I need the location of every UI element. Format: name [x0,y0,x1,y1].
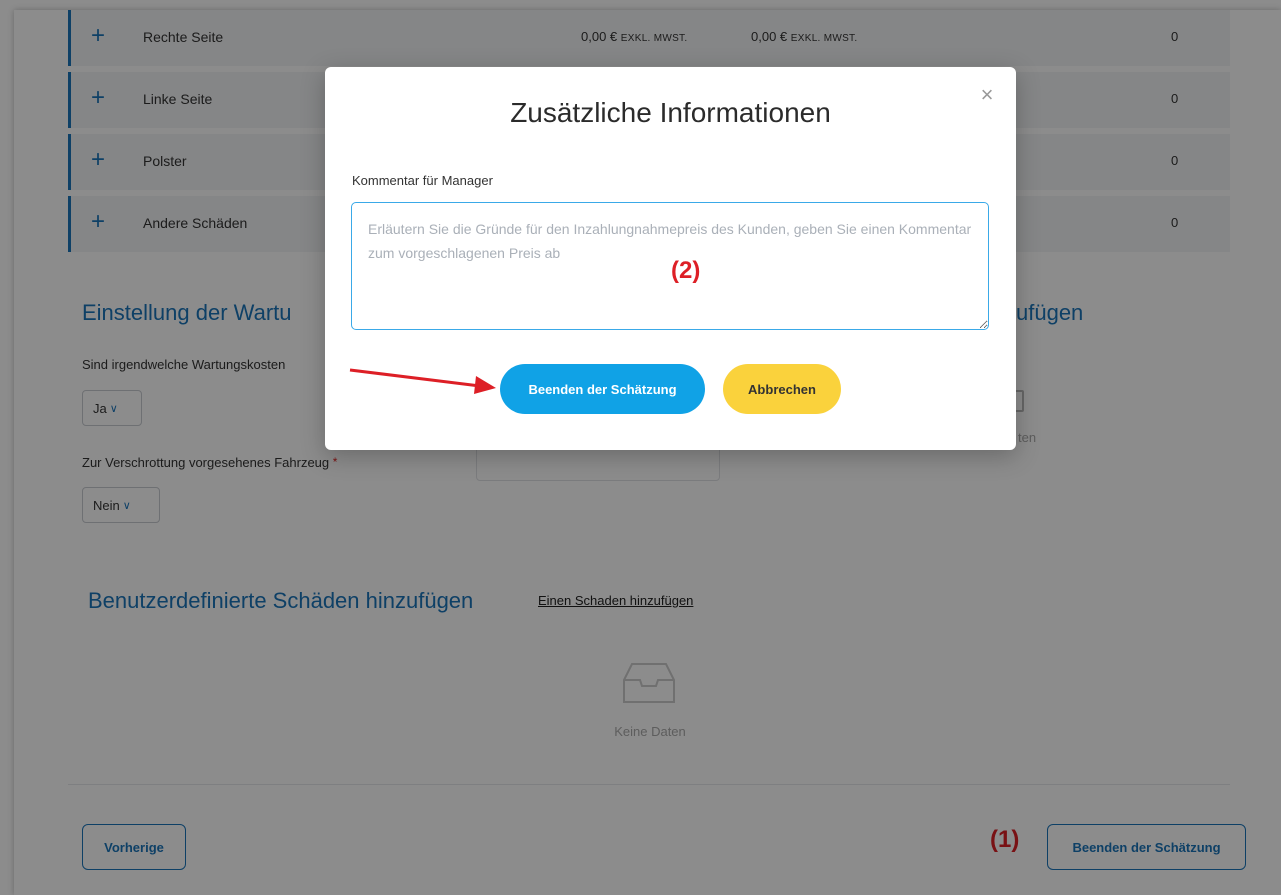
modal-title: Zusätzliche Informationen [510,97,831,128]
comment-label: Kommentar für Manager [352,173,493,188]
modal-finish-estimate-button[interactable]: Beenden der Schätzung [500,364,705,414]
annotation-2: (2) [671,257,701,284]
modal-cancel-button[interactable]: Abbrechen [723,364,841,414]
manager-comment-input[interactable] [351,202,989,330]
arrow-annotation-icon [349,368,496,394]
close-icon[interactable]: × [975,83,999,107]
